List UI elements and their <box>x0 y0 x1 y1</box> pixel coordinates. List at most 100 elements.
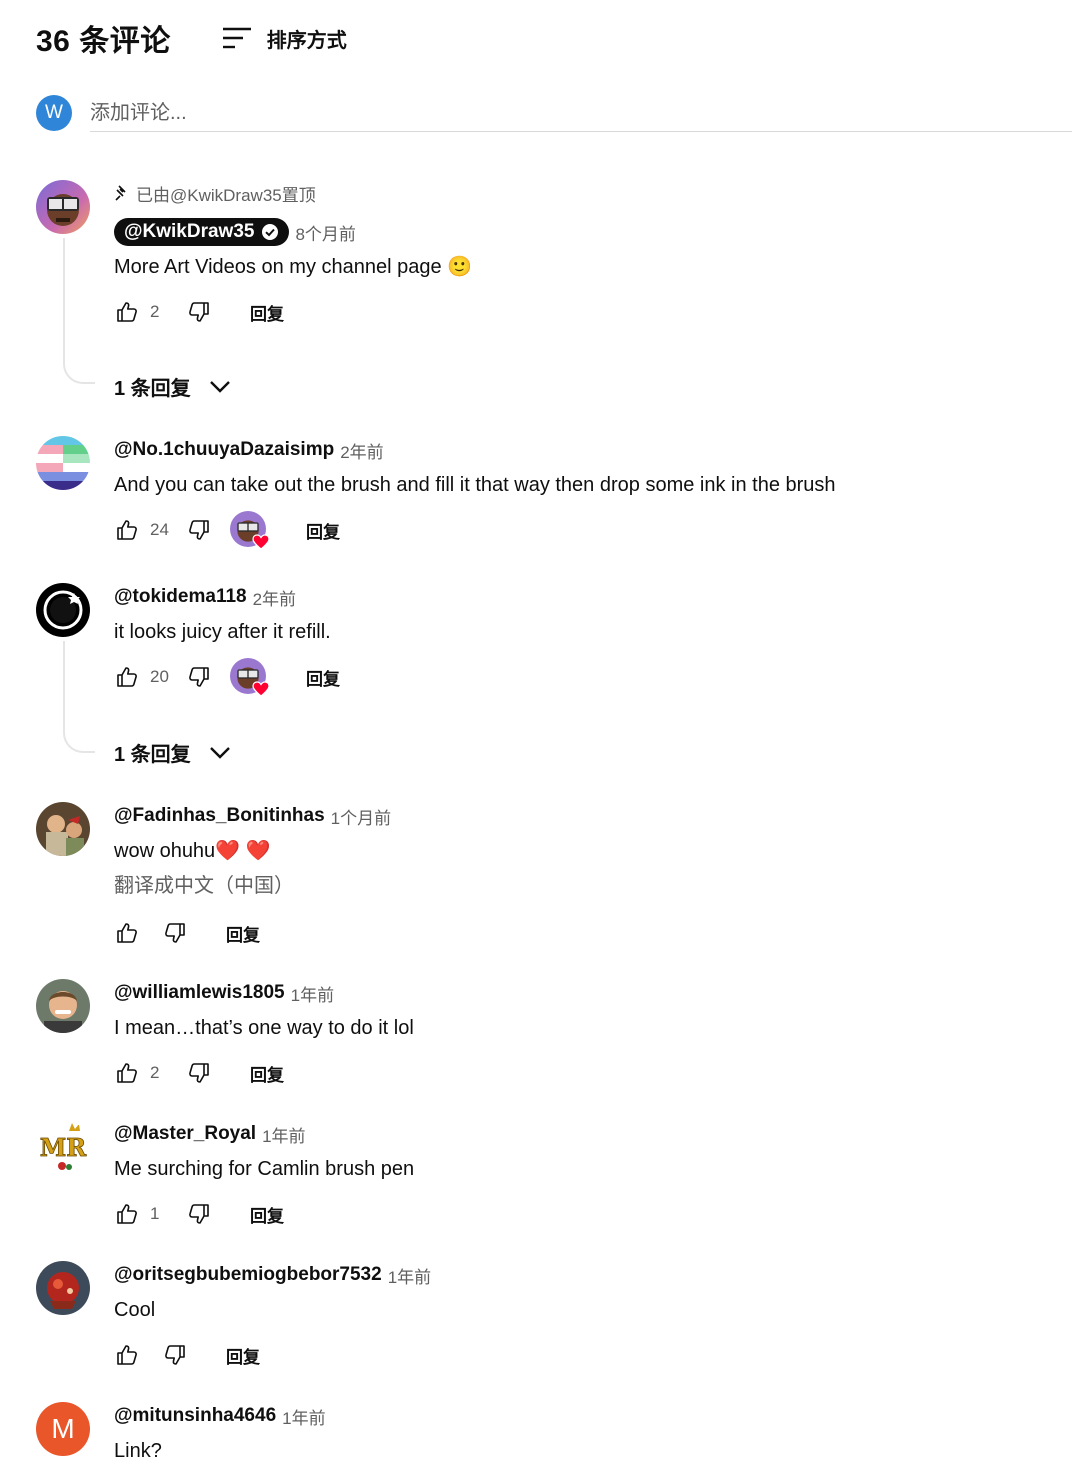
comment-time[interactable]: 1个月前 <box>331 804 391 829</box>
comment-text: it looks juicy after it refill. <box>114 621 331 643</box>
reply-button[interactable]: 回复 <box>226 1343 260 1368</box>
show-replies-button[interactable]: 1 条回复 <box>114 738 231 767</box>
avatar[interactable]: M <box>36 1402 90 1456</box>
avatar[interactable] <box>36 180 90 234</box>
author-name[interactable]: @mitunsinha4646 <box>114 1405 276 1427</box>
reply-button[interactable]: 回复 <box>250 1202 284 1227</box>
comment-text: And you can take out the brush and fill … <box>114 474 836 496</box>
like-button[interactable] <box>114 1060 140 1086</box>
thumbs-up-icon <box>117 302 137 322</box>
dislike-button[interactable] <box>186 299 212 325</box>
avatar-initials: MR <box>40 1133 88 1162</box>
comment-item: 已由@KwikDraw35置顶 @KwikDraw35 8个月前 More Ar… <box>36 180 1036 400</box>
dislike-button[interactable] <box>162 920 188 946</box>
sort-button[interactable]: 排序方式 <box>221 24 347 53</box>
translate-link[interactable]: 翻译成中文（中国） <box>114 873 1036 899</box>
comment-text: More Art Videos on my channel page 🙂 <box>114 256 473 278</box>
thumbs-down-icon <box>189 520 209 540</box>
thread-line <box>63 641 95 753</box>
dislike-button[interactable] <box>186 517 212 543</box>
author-name[interactable]: @williamlewis1805 <box>114 982 285 1004</box>
author-name[interactable]: @oritsegbubemiogbebor7532 <box>114 1264 382 1286</box>
chevron-down-icon <box>209 746 230 759</box>
heart-icon <box>252 681 270 697</box>
thumbs-down-icon <box>165 923 185 943</box>
comment-item: @williamlewis1805 1年前 I mean…that’s one … <box>36 979 1036 1089</box>
like-button[interactable] <box>114 920 140 946</box>
add-comment-input[interactable] <box>90 95 1072 132</box>
comment-actions: 2 回复 <box>114 294 1036 330</box>
thumbs-up-icon <box>117 520 137 540</box>
comment-time[interactable]: 1年前 <box>262 1122 305 1147</box>
reply-button[interactable]: 回复 <box>250 300 284 325</box>
reply-button[interactable]: 回复 <box>306 665 340 690</box>
dislike-button[interactable] <box>186 664 212 690</box>
thumbs-down-icon <box>189 1063 209 1083</box>
comments-header: 36 条评论 排序方式 <box>36 18 347 58</box>
comment-text: Cool <box>114 1299 156 1321</box>
comment-item: @No.1chuuyaDazaisimp 2年前 And you can tak… <box>36 436 1036 556</box>
show-replies-button[interactable]: 1 条回复 <box>114 372 231 401</box>
comment-actions: 回复 <box>114 915 1036 951</box>
thumbs-up-icon <box>117 667 137 687</box>
avatar[interactable] <box>36 1261 90 1315</box>
comment-time[interactable]: 1年前 <box>282 1404 325 1429</box>
author-name[interactable]: @tokidema118 <box>114 586 247 608</box>
dislike-button[interactable] <box>186 1060 212 1086</box>
thumbs-down-icon <box>189 302 209 322</box>
avatar[interactable]: MR <box>36 1120 90 1174</box>
comment-item: @oritsegbubemiogbebor7532 1年前 Cool 回复 <box>36 1261 1036 1371</box>
user-avatar[interactable]: W <box>36 95 72 131</box>
comment-actions: 1 回复 <box>114 1196 1036 1232</box>
comment-time[interactable]: 2年前 <box>253 585 296 610</box>
thumbs-down-icon <box>189 667 209 687</box>
reply-button[interactable]: 回复 <box>226 921 260 946</box>
pinned-label: 已由@KwikDraw35置顶 <box>114 181 1036 205</box>
comment-actions: 20 回复 <box>114 658 1036 697</box>
avatar[interactable] <box>36 979 90 1033</box>
reply-button[interactable]: 回复 <box>250 1061 284 1086</box>
chevron-down-icon <box>209 380 230 393</box>
like-button[interactable] <box>114 664 140 690</box>
creator-heart <box>230 658 270 697</box>
like-button[interactable] <box>114 299 140 325</box>
thumbs-up-icon <box>117 923 137 943</box>
comment-actions: 2 回复 <box>114 1055 1036 1091</box>
reply-button[interactable]: 回复 <box>306 518 340 543</box>
thread-line <box>63 238 95 384</box>
like-count: 2 <box>150 1063 160 1082</box>
comment-composer: W <box>36 95 1072 133</box>
verified-icon <box>262 224 279 240</box>
comment-time[interactable]: 8个月前 <box>295 220 355 245</box>
avatar[interactable] <box>36 436 90 490</box>
author-name[interactable]: @Master_Royal <box>114 1123 256 1145</box>
comment-time[interactable]: 1年前 <box>291 981 334 1006</box>
thumbs-up-icon <box>117 1063 137 1083</box>
thumbs-up-icon <box>117 1204 137 1224</box>
avatar[interactable] <box>36 583 90 637</box>
author-badge[interactable]: @KwikDraw35 <box>114 218 290 246</box>
author-name[interactable]: @Fadinhas_Bonitinhas <box>114 805 325 827</box>
pin-icon <box>115 185 126 201</box>
comment-text: Me surching for Camlin brush pen <box>114 1158 415 1180</box>
sort-label: 排序方式 <box>266 29 347 52</box>
avatar[interactable] <box>36 802 90 856</box>
dislike-button[interactable] <box>186 1201 212 1227</box>
like-button[interactable] <box>114 1342 140 1368</box>
comment-text: I mean…that’s one way to do it lol <box>114 1017 414 1039</box>
comment-text: wow ohuhu❤️ ❤️ <box>114 840 271 862</box>
comment-text: Link? <box>114 1440 162 1462</box>
like-button[interactable] <box>114 517 140 543</box>
like-count: 2 <box>150 302 160 321</box>
thumbs-down-icon <box>189 1204 209 1224</box>
like-count: 20 <box>150 667 169 686</box>
comment-item: @Fadinhas_Bonitinhas 1个月前 wow ohuhu❤️ ❤️… <box>36 802 1036 952</box>
author-name[interactable]: @No.1chuuyaDazaisimp <box>114 439 334 461</box>
author-name: @KwikDraw35 <box>124 221 255 242</box>
comment-item: @tokidema118 2年前 it looks juicy after it… <box>36 583 1036 783</box>
dislike-button[interactable] <box>162 1342 188 1368</box>
like-button[interactable] <box>114 1201 140 1227</box>
avatar-letter: M <box>51 1413 75 1444</box>
comment-time[interactable]: 1年前 <box>388 1263 431 1288</box>
comment-time[interactable]: 2年前 <box>340 438 383 463</box>
